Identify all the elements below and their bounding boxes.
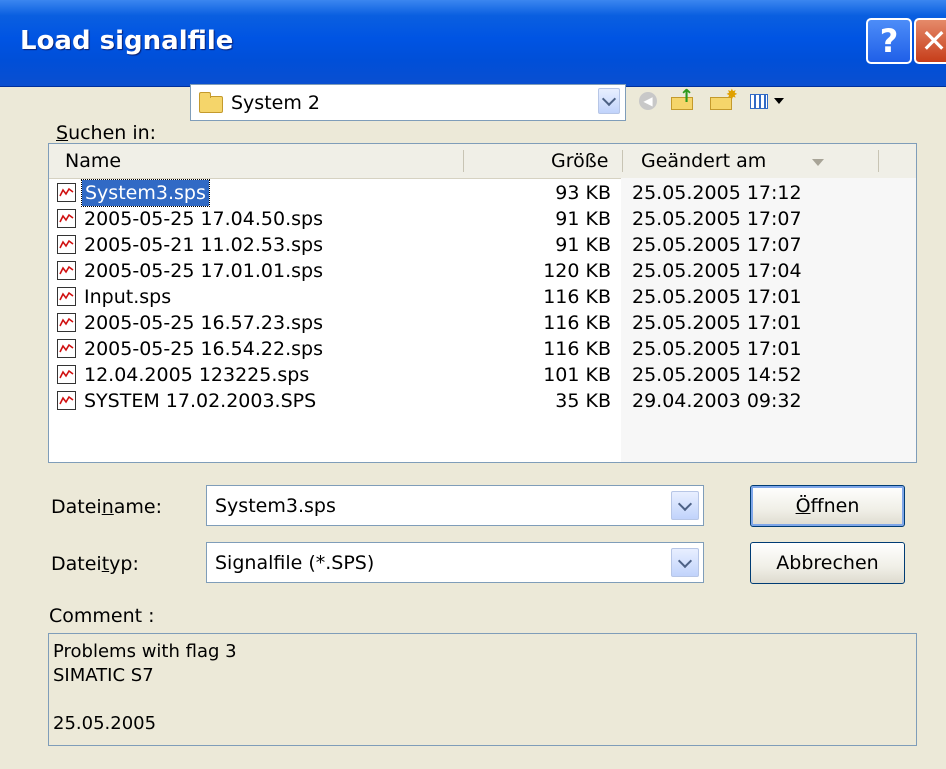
column-header-modified[interactable]: Geändert am [641, 144, 766, 178]
back-button[interactable]: ◀ [636, 86, 660, 116]
file-size: 91 KB [555, 208, 611, 230]
sort-descending-icon [812, 159, 824, 166]
file-modified: 25.05.2005 17:01 [632, 338, 802, 360]
file-size: 116 KB [543, 286, 611, 308]
lookin-label: Suchen in: [56, 122, 157, 144]
chevron-down-icon [601, 91, 617, 107]
file-size: 116 KB [543, 338, 611, 360]
signal-file-icon [57, 391, 76, 410]
file-modified: 25.05.2005 17:04 [632, 260, 802, 282]
signal-file-icon [57, 365, 76, 384]
list-header: Name Größe Geändert am [49, 144, 916, 179]
file-name: 12.04.2005 123225.sps [84, 364, 310, 386]
close-button[interactable]: ✕ [914, 18, 946, 64]
file-size: 35 KB [555, 390, 611, 412]
file-name: 2005-05-25 16.54.22.sps [84, 338, 323, 360]
up-folder-button[interactable]: ↑ [668, 86, 698, 116]
file-name: System3.sps [81, 179, 210, 207]
filename-dropdown-button[interactable] [671, 491, 699, 520]
file-size: 93 KB [555, 182, 611, 204]
file-modified: 25.05.2005 14:52 [632, 364, 802, 386]
signal-file-icon [57, 339, 76, 358]
comment-box: Problems with flag 3 SIMATIC S7 25.05.20… [48, 633, 917, 746]
lookin-dropdown-button[interactable] [598, 88, 620, 114]
list-item[interactable]: 2005-05-25 16.57.23.sps 116 KB 25.05.2005 … [49, 310, 916, 336]
list-item[interactable]: 2005-05-21 11.02.53.sps 91 KB 25.05.2005 1… [49, 232, 916, 258]
file-modified: 25.05.2005 17:01 [632, 286, 802, 308]
file-list[interactable]: Name Größe Geändert am System3.sps 93 KB 2… [48, 143, 917, 463]
column-header-size[interactable]: Größe [551, 144, 608, 178]
list-item[interactable]: SYSTEM 17.02.2003.SPS 35 KB 29.04.2003 09:… [49, 388, 916, 414]
list-item[interactable]: 2005-05-25 16.54.22.sps 116 KB 25.05.2005 … [49, 336, 916, 362]
new-folder-icon: ✸ [710, 88, 738, 110]
view-menu-icon [750, 92, 790, 110]
signal-file-icon [57, 183, 76, 202]
signal-file-icon [57, 313, 76, 332]
back-arrow-icon: ◀ [639, 92, 657, 110]
comment-label: Comment : [49, 605, 155, 627]
comment-line: Problems with flag 3 [53, 641, 237, 662]
column-separator[interactable] [622, 150, 623, 172]
file-name: 2005-05-25 16.57.23.sps [84, 312, 323, 334]
signal-file-icon [57, 209, 76, 228]
open-button[interactable]: Öffnen [750, 485, 905, 527]
signal-file-icon [57, 261, 76, 280]
filename-label: Dateiname: [51, 496, 162, 518]
question-mark-icon: ? [879, 22, 899, 60]
filetype-combo[interactable]: Signalfile (*.SPS) [206, 542, 704, 583]
list-item[interactable]: 2005-05-25 17.04.50.sps 91 KB 25.05.2005 1… [49, 206, 916, 232]
file-modified: 25.05.2005 17:07 [632, 234, 802, 256]
lookin-combo[interactable]: System 2 [190, 84, 626, 121]
signal-file-icon [57, 235, 76, 254]
list-item[interactable]: 2005-05-25 17.01.01.sps 120 KB 25.05.2005 … [49, 258, 916, 284]
up-folder-icon: ↑ [671, 88, 695, 110]
comment-line: 25.05.2005 [53, 713, 157, 734]
filetype-label: Dateityp: [51, 553, 139, 575]
file-size: 120 KB [543, 260, 611, 282]
file-modified: 25.05.2005 17:07 [632, 208, 802, 230]
file-name: 2005-05-25 17.01.01.sps [84, 260, 323, 282]
comment-line [53, 688, 912, 712]
help-button[interactable]: ? [866, 18, 912, 64]
load-signalfile-dialog: Load signalfile ? ✕ Suchen in: System 2 … [0, 0, 946, 769]
file-size: 91 KB [555, 234, 611, 256]
lookin-value: System 2 [231, 92, 320, 114]
filename-input[interactable]: System3.sps [215, 486, 336, 527]
new-folder-button[interactable]: ✸ [708, 86, 738, 116]
filetype-dropdown-button[interactable] [671, 548, 699, 577]
cancel-button[interactable]: Abbrechen [750, 542, 905, 584]
filetype-value: Signalfile (*.SPS) [215, 552, 375, 574]
list-item[interactable]: Input.sps 116 KB 25.05.2005 17:01 [49, 284, 916, 310]
file-name: 2005-05-21 11.02.53.sps [84, 234, 323, 256]
view-menu-button[interactable] [748, 86, 792, 116]
signal-file-icon [57, 287, 76, 306]
filename-combo[interactable]: System3.sps [206, 485, 704, 526]
column-separator[interactable] [878, 150, 879, 172]
file-size: 116 KB [543, 312, 611, 334]
column-separator[interactable] [463, 150, 464, 172]
file-name: Input.sps [84, 286, 172, 308]
window-title: Load signalfile [20, 26, 234, 56]
folder-icon [199, 92, 223, 113]
close-icon: ✕ [920, 22, 946, 60]
chevron-down-icon [677, 553, 693, 568]
file-name: 2005-05-25 17.04.50.sps [84, 208, 323, 230]
column-header-name[interactable]: Name [65, 144, 121, 178]
comment-line: SIMATIC S7 [53, 665, 154, 686]
file-modified: 29.04.2003 09:32 [632, 390, 802, 412]
list-item[interactable]: 12.04.2005 123225.sps 101 KB 25.05.2005 14… [49, 362, 916, 388]
list-item[interactable]: System3.sps 93 KB 25.05.2005 17:12 [49, 179, 916, 207]
title-bar[interactable]: Load signalfile ? ✕ [0, 0, 946, 87]
file-modified: 25.05.2005 17:12 [632, 182, 802, 204]
file-name: SYSTEM 17.02.2003.SPS [84, 390, 317, 412]
chevron-down-icon [677, 496, 693, 511]
file-size: 101 KB [543, 364, 611, 386]
file-modified: 25.05.2005 17:01 [632, 312, 802, 334]
